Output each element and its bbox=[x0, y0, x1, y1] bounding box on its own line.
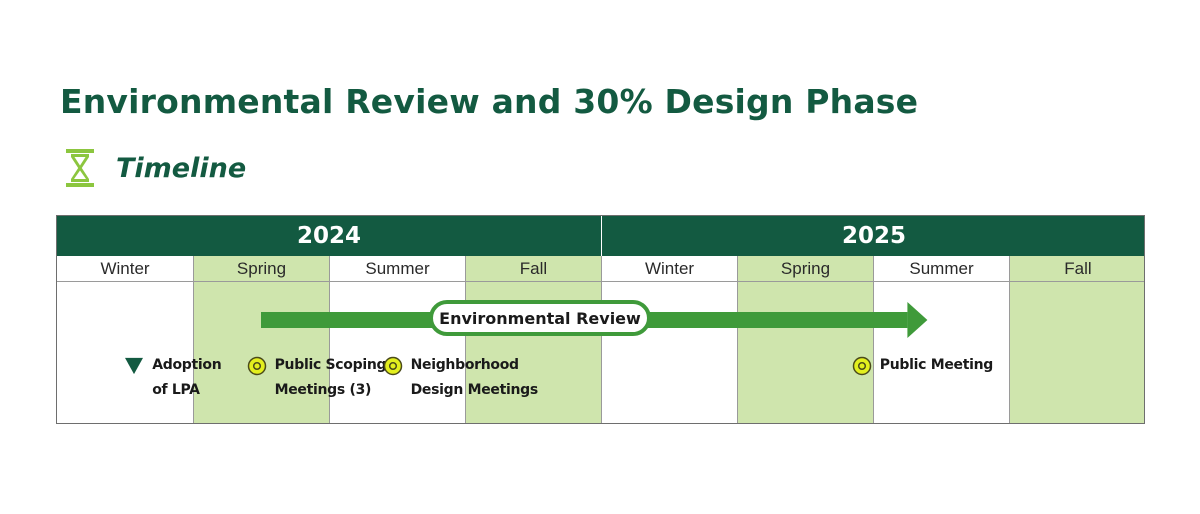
page-title: Environmental Review and 30% Design Phas… bbox=[60, 82, 919, 121]
milestone-label: Neighborhood Design Meetings bbox=[410, 353, 539, 403]
arrow-head bbox=[907, 302, 928, 338]
milestone-label-line: Public Meeting bbox=[879, 357, 994, 373]
meeting-marker-icon bbox=[247, 356, 266, 376]
milestone-item: Neighborhood Design Meetings bbox=[383, 353, 538, 403]
milestone-item: Public Meeting bbox=[852, 353, 993, 378]
meeting-marker-icon bbox=[852, 356, 872, 376]
milestone-label-line: of LPA bbox=[152, 382, 200, 398]
milestone-label-line: Meetings (3) bbox=[274, 382, 372, 398]
milestone-label-line: Design Meetings bbox=[410, 382, 539, 398]
hourglass-icon bbox=[66, 149, 94, 187]
milestone-label: Public Meeting bbox=[879, 353, 994, 378]
milestone-item: Adoption of LPA bbox=[124, 353, 222, 403]
down-triangle-icon bbox=[125, 357, 144, 375]
subtitle-row: Timeline bbox=[64, 148, 246, 188]
timeline-chart: 2024 2025 Winter Spring Summer Fall Winter Sp… bbox=[56, 215, 1145, 424]
milestone-label: Adoption of LPA bbox=[152, 353, 221, 403]
meeting-marker-icon bbox=[383, 356, 402, 376]
milestone-item: Public Scoping Meetings (3) bbox=[247, 353, 387, 403]
milestone-label-line: Public Scoping bbox=[274, 357, 387, 373]
milestone-label-line: Adoption bbox=[152, 357, 222, 373]
environmental-review-label: Environmental Review bbox=[429, 300, 651, 336]
milestone-label-line: Neighborhood bbox=[410, 357, 519, 373]
timeline-heading: Timeline bbox=[116, 152, 247, 184]
milestone-label: Public Scoping Meetings (3) bbox=[275, 353, 387, 403]
